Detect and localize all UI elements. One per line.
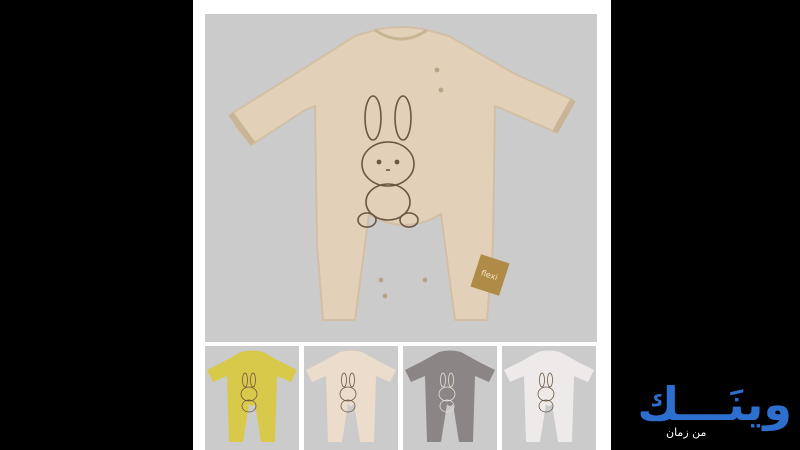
thumbnail-cream[interactable]: [304, 346, 398, 450]
romper-shape: [229, 26, 575, 321]
thumbnail-white[interactable]: [502, 346, 596, 450]
thumbnail-grey[interactable]: [403, 346, 497, 450]
main-product-image[interactable]: flexi: [205, 14, 597, 342]
logo-text: وينَـــك: [637, 377, 792, 431]
thumbnail-yellow[interactable]: [205, 346, 299, 450]
thumbnail-strip: [205, 346, 597, 450]
site-logo[interactable]: وينَـــك من زمان: [612, 372, 800, 450]
logo-subtitle: من زمان: [666, 426, 707, 439]
